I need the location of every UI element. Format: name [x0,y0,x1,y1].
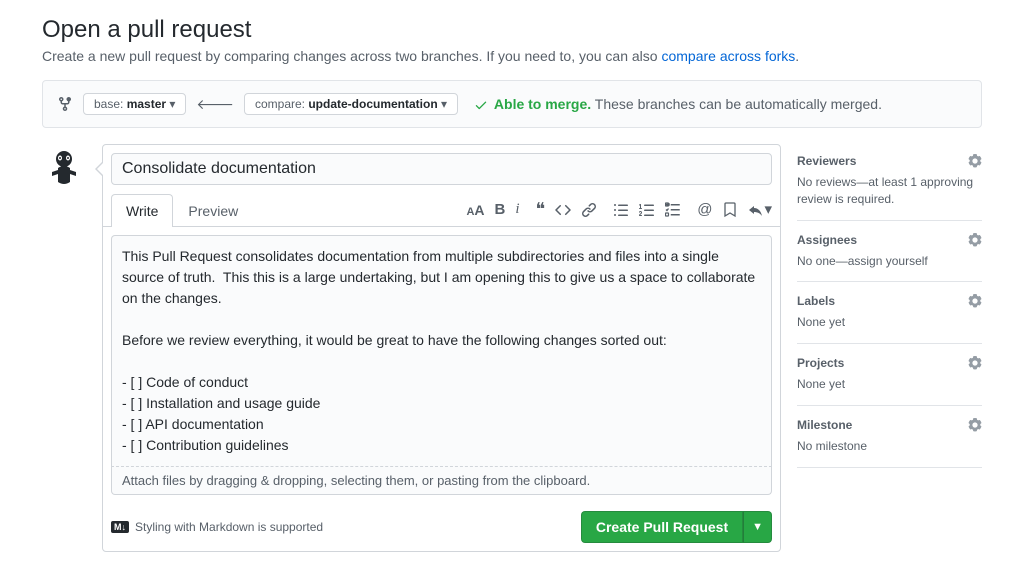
reply-icon[interactable]: ▾ [748,200,772,218]
attach-hint[interactable]: Attach files by dragging & dropping, sel… [111,467,772,495]
create-pr-dropdown[interactable]: ▼ [743,511,772,543]
quote-icon[interactable]: ❝ [536,199,546,220]
merge-status: Able to merge. [494,96,591,112]
sidebar-projects: Projects None yet [797,344,982,406]
code-icon[interactable] [555,201,571,218]
markdown-icon: M↓ [111,521,129,533]
gear-icon[interactable] [968,294,982,308]
git-compare-icon [57,96,73,112]
link-icon[interactable] [581,201,597,218]
gear-icon[interactable] [968,154,982,168]
assign-yourself-link[interactable]: assign yourself [848,254,928,268]
compare-forks-link[interactable]: compare across forks [661,48,795,64]
sidebar-reviewers: Reviewers No reviews—at least 1 approvin… [797,144,982,221]
avatar [42,144,86,188]
unordered-list-icon[interactable] [613,201,629,218]
arrow-left-icon: 🡐 [196,96,234,113]
page-title: Open a pull request [42,16,982,44]
create-pr-button[interactable]: Create Pull Request [581,511,743,543]
mention-icon[interactable]: @ [697,201,712,218]
gear-icon[interactable] [968,356,982,370]
sidebar-assignees: Assignees No one—assign yourself [797,221,982,283]
sidebar-milestone: Milestone No milestone [797,406,982,468]
formatting-toolbar: AA B i ❝ [466,199,772,220]
check-icon [474,98,488,112]
ordered-list-icon[interactable] [639,201,655,218]
branch-compare-bar: base: master ▾ 🡐 compare: update-documen… [42,80,982,128]
pr-body-textarea[interactable]: This Pull Request consolidates documenta… [111,235,772,467]
compare-branch-button[interactable]: compare: update-documentation ▾ [244,93,458,115]
base-branch-button[interactable]: base: master ▾ [83,93,186,115]
tab-write[interactable]: Write [111,194,173,227]
tab-preview[interactable]: Preview [173,194,253,227]
pr-composer: Write Preview AA B i ❝ [102,144,781,552]
sidebar-labels: Labels None yet [797,282,982,344]
merge-description: These branches can be automatically merg… [595,96,882,112]
bold-icon[interactable]: B [495,201,506,218]
task-list-icon[interactable] [665,201,681,218]
reference-icon[interactable] [722,201,738,218]
gear-icon[interactable] [968,233,982,247]
italic-icon[interactable]: i [515,201,519,218]
page-subtitle: Create a new pull request by comparing c… [42,48,982,64]
heading-icon[interactable]: AA [466,202,484,218]
markdown-hint[interactable]: M↓ Styling with Markdown is supported [111,520,323,534]
pr-title-input[interactable] [111,153,772,185]
gear-icon[interactable] [968,418,982,432]
